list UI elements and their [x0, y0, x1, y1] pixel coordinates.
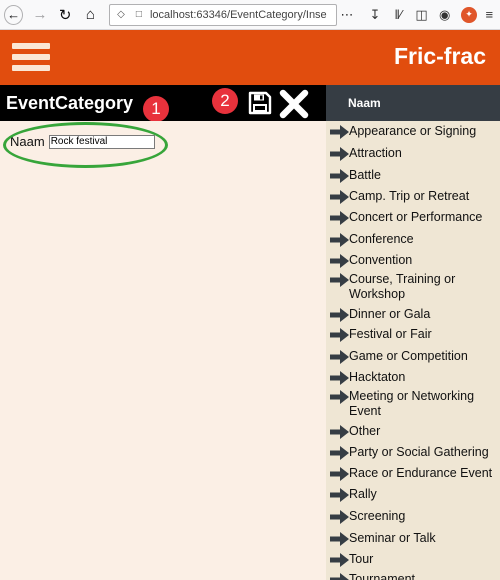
app-header: Fric-frac	[0, 30, 500, 85]
main-content: Naam	[0, 121, 326, 580]
category-list-item[interactable]: Appearance or Signing	[330, 124, 500, 139]
arrow-right-icon	[330, 510, 349, 524]
category-list-item-label: Appearance or Signing	[349, 124, 477, 138]
category-list-item-label: Conference	[349, 232, 414, 246]
arrow-right-icon	[330, 390, 349, 404]
back-icon[interactable]: ←	[4, 4, 24, 25]
arrow-right-icon	[330, 190, 349, 204]
category-list-item[interactable]: Other	[330, 424, 500, 439]
arrow-right-icon	[330, 211, 349, 225]
page-title: EventCategory	[6, 93, 134, 113]
category-list-item-label: Seminar or Talk	[349, 531, 436, 545]
arrow-right-icon	[330, 425, 349, 439]
category-list-item[interactable]: Game or Competition	[330, 349, 500, 364]
arrow-right-icon	[330, 328, 349, 342]
library-icon[interactable]: ‖⁄	[388, 4, 409, 26]
category-list-item[interactable]: Battle	[330, 168, 500, 183]
category-list-item[interactable]: Concert or Performance	[330, 210, 500, 225]
category-list-item-label: Camp. Trip or Retreat	[349, 189, 470, 203]
arrow-right-icon	[330, 488, 349, 502]
sidebar-icon[interactable]: ◫	[411, 4, 432, 26]
category-list-item-label: Convention	[349, 253, 413, 267]
category-list-item-label: Tournament	[349, 572, 416, 580]
arrow-right-icon	[330, 273, 349, 287]
category-list-item-label: Festival or Fair	[349, 327, 432, 341]
arrow-right-icon	[330, 532, 349, 546]
category-list-item[interactable]: Meeting or Networking Event	[330, 389, 500, 419]
category-list-item[interactable]: Seminar or Talk	[330, 531, 500, 546]
category-list-item[interactable]: Festival or Fair	[330, 327, 500, 342]
category-list-item[interactable]: Dinner or Gala	[330, 307, 500, 322]
menu-icon[interactable]: ≡	[479, 4, 500, 26]
browser-toolbar: ← → ↻ ⌂ ◇ □ localhost:63346/EventCategor…	[0, 0, 500, 30]
url-text: localhost:63346/EventCategory/Inse	[149, 8, 327, 21]
category-list-item-label: Rally	[349, 487, 377, 501]
arrow-right-icon	[330, 233, 349, 247]
address-bar[interactable]: ◇ □ localhost:63346/EventCategory/Inse	[108, 3, 337, 26]
category-list-item-label: Race or Endurance Event	[349, 466, 493, 480]
page-info-icon: □	[135, 9, 142, 20]
category-list-item[interactable]: Hacktaton	[330, 370, 500, 385]
arrow-right-icon	[330, 371, 349, 385]
hamburger-menu-icon[interactable]	[12, 43, 50, 73]
arrow-right-icon	[330, 254, 349, 268]
page-actions-icon[interactable]: ⋯	[341, 7, 355, 23]
category-list-item[interactable]: Race or Endurance Event	[330, 466, 500, 481]
category-list-item[interactable]: Camp. Trip or Retreat	[330, 189, 500, 204]
annotation-badge-1: 1	[143, 96, 169, 122]
arrow-right-icon	[330, 446, 349, 460]
account-icon[interactable]: ◉	[434, 4, 455, 26]
reload-icon[interactable]: ↻	[55, 4, 76, 26]
download-icon[interactable]: ↧	[365, 4, 386, 26]
category-list-item[interactable]: Rally	[330, 487, 500, 502]
home-icon[interactable]: ⌂	[80, 4, 101, 26]
category-list-item-label: Screening	[349, 509, 406, 523]
category-list-item-label: Game or Competition	[349, 349, 468, 363]
arrow-right-icon	[330, 169, 349, 183]
category-list-item-label: Party or Social Gathering	[349, 445, 489, 459]
category-list-item-label: Dinner or Gala	[349, 307, 431, 321]
close-icon[interactable]	[278, 88, 310, 120]
arrow-right-icon	[330, 553, 349, 567]
list-header: Naam	[326, 85, 500, 121]
category-list-item[interactable]: Party or Social Gathering	[330, 445, 500, 460]
category-list-item[interactable]: Tour	[330, 552, 500, 567]
category-list-item[interactable]: Course, Training or Workshop	[330, 272, 500, 302]
category-list-item[interactable]: Tournament	[330, 572, 500, 580]
category-list-item[interactable]: Convention	[330, 253, 500, 268]
category-list-item[interactable]: Attraction	[330, 146, 500, 161]
category-list-item-label: Course, Training or Workshop	[349, 272, 456, 301]
arrow-right-icon	[330, 573, 349, 580]
category-list-item-label: Tour	[349, 552, 374, 566]
category-list-item[interactable]: Conference	[330, 232, 500, 247]
forward-icon[interactable]: →	[29, 4, 50, 26]
arrow-right-icon	[330, 467, 349, 481]
category-list-item-label: Concert or Performance	[349, 210, 483, 224]
annotation-badge-2: 2	[212, 88, 238, 114]
arrow-right-icon	[330, 350, 349, 364]
shield-icon: ◇	[117, 9, 125, 20]
brand-title: Fric-frac	[393, 43, 486, 69]
category-list-item-label: Battle	[349, 168, 381, 182]
arrow-right-icon	[330, 308, 349, 322]
category-list-item[interactable]: Screening	[330, 509, 500, 524]
category-list-item-label: Hacktaton	[349, 370, 406, 384]
arrow-right-icon	[330, 125, 349, 139]
extension-icon[interactable]: ✦	[461, 6, 477, 23]
category-list-item-label: Other	[349, 424, 381, 438]
save-icon[interactable]	[248, 91, 272, 115]
highlight-ellipse	[3, 122, 168, 168]
category-list-item-label: Meeting or Networking Event	[349, 389, 475, 418]
category-list-item-label: Attraction	[349, 146, 402, 160]
arrow-right-icon	[330, 147, 349, 161]
